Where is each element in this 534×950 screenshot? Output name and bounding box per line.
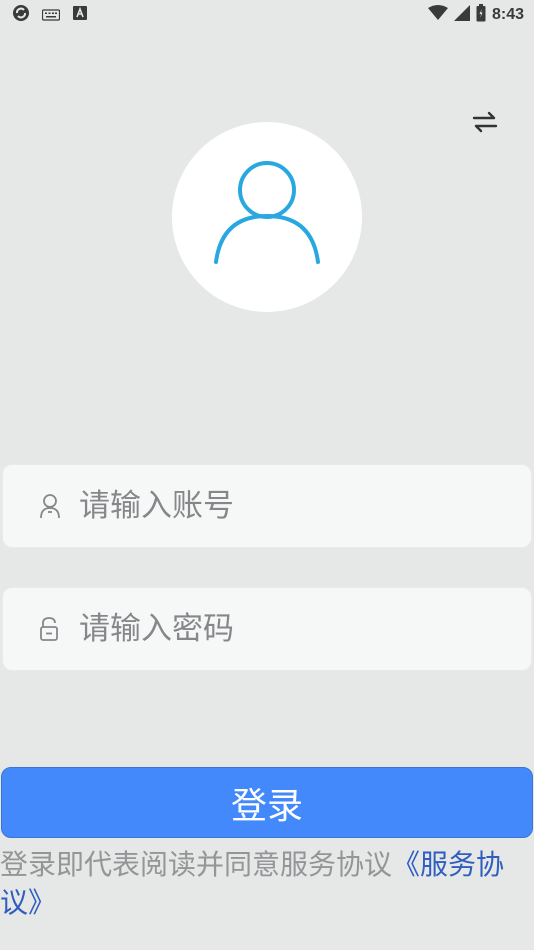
lock-outline-icon bbox=[39, 616, 61, 642]
password-field[interactable] bbox=[2, 587, 532, 671]
user-outline-icon bbox=[39, 493, 61, 519]
user-icon bbox=[212, 160, 322, 274]
status-bar-left bbox=[12, 4, 88, 26]
battery-icon bbox=[476, 4, 486, 26]
password-input[interactable] bbox=[79, 599, 499, 659]
status-bar-right: 8:43 bbox=[427, 4, 524, 26]
signal-icon bbox=[453, 5, 470, 25]
account-input[interactable] bbox=[79, 476, 499, 536]
avatar[interactable] bbox=[172, 122, 362, 312]
text-a-icon bbox=[72, 5, 88, 25]
agreement-prefix: 登录即代表阅读并同意服务协议 bbox=[0, 848, 393, 881]
status-bar: 8:43 bbox=[0, 0, 534, 28]
login-button-label: 登录 bbox=[230, 785, 303, 827]
swap-arrows-icon[interactable] bbox=[470, 108, 500, 136]
login-button[interactable]: 登录 bbox=[1, 767, 533, 838]
login-screen: 8:43 请输入账号 登录 登录即代表阅读并同意服务协议《服务协议》 bbox=[0, 0, 534, 950]
agreement-text: 登录即代表阅读并同意服务协议《服务协议》 bbox=[0, 846, 534, 922]
sync-icon bbox=[12, 4, 30, 26]
account-field[interactable] bbox=[2, 464, 532, 548]
wifi-icon bbox=[427, 5, 448, 25]
status-time: 8:43 bbox=[491, 6, 524, 23]
keyboard-icon bbox=[41, 6, 61, 25]
